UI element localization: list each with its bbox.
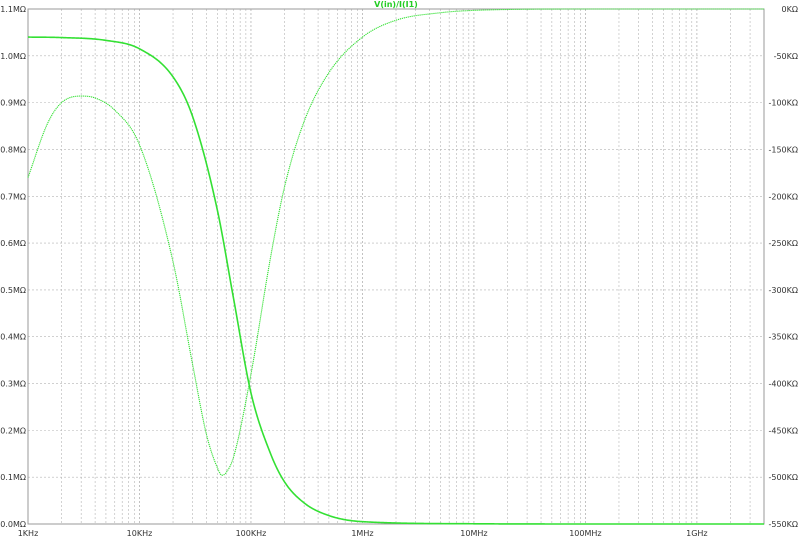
left-tick-label: 1.1MΩ [0,5,26,14]
chart-title: V(in)/I(I1) [374,0,418,9]
right-tick-label: -550KΩ [768,520,798,529]
right-tick-label: 0KΩ [782,5,798,14]
right-tick-label: -150KΩ [768,145,798,154]
left-tick-label: 0.5MΩ [0,286,26,295]
right-tick-label: -100KΩ [768,99,798,108]
x-tick-label: 1MHz [351,529,373,538]
x-tick-label: 100KHz [236,529,267,538]
left-tick-label: 1.0MΩ [0,52,26,61]
right-tick-label: -400KΩ [768,380,798,389]
left-tick-label: 0.1MΩ [0,473,26,482]
left-tick-label: 0.4MΩ [0,333,26,342]
right-tick-label: -200KΩ [768,192,798,201]
plot-background [0,0,800,540]
right-tick-label: -50KΩ [774,52,798,61]
right-tick-label: -500KΩ [768,473,798,482]
impedance-plot: 1KHz 10KHz 100KHz 1MHz 10MHz 100MHz 1GHz 0.0MΩ 0… [0,0,800,540]
right-tick-label: -250KΩ [768,239,798,248]
x-tick-label: 1GHz [686,529,708,538]
x-tick-label: 1KHz [18,529,39,538]
right-tick-label: -450KΩ [768,426,798,435]
right-tick-label: -300KΩ [768,286,798,295]
right-tick-label: -350KΩ [768,333,798,342]
left-tick-label: 0.6MΩ [0,239,26,248]
x-tick-label: 100MHz [569,529,601,538]
left-tick-label: 0.0MΩ [0,520,26,529]
x-tick-label: 10MHz [460,529,487,538]
left-tick-label: 0.7MΩ [0,192,26,201]
x-tick-label: 10KHz [127,529,153,538]
left-tick-label: 0.8MΩ [0,145,26,154]
left-tick-label: 0.2MΩ [0,426,26,435]
left-tick-label: 0.9MΩ [0,99,26,108]
left-tick-label: 0.3MΩ [0,380,26,389]
